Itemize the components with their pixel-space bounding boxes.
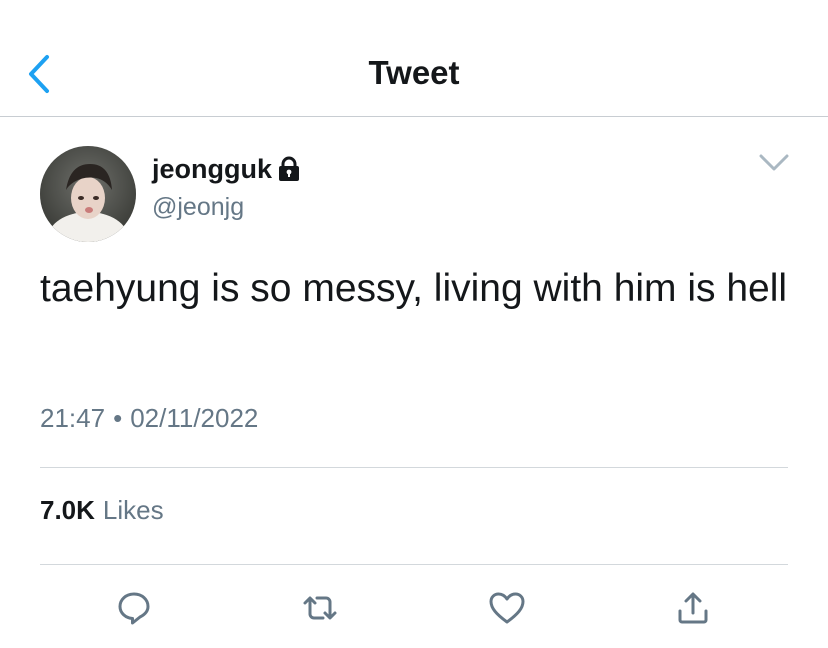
more-options-button[interactable] — [754, 147, 794, 179]
author-display-name[interactable]: jeongguk — [152, 152, 272, 186]
author-handle[interactable]: @jeonjg — [152, 191, 244, 223]
avatar[interactable] — [40, 146, 136, 242]
tweet-timestamp: 21:47 • 02/11/2022 — [40, 401, 258, 435]
tweet-detail-screen: Tweet jeongguk @jeonjg taehyung is so me… — [0, 0, 828, 648]
reply-icon — [118, 592, 150, 625]
avatar-image — [40, 146, 136, 242]
like-button[interactable] — [487, 588, 527, 628]
tweet-date: 02/11/2022 — [130, 403, 259, 433]
likes-stat[interactable]: 7.0K Likes — [40, 493, 164, 527]
lock-icon — [277, 156, 301, 182]
heart-icon — [489, 592, 525, 624]
divider — [40, 467, 788, 468]
divider — [40, 564, 788, 565]
retweet-button[interactable] — [300, 588, 340, 628]
chevron-down-icon — [759, 154, 789, 171]
likes-label: Likes — [102, 495, 164, 525]
author-name-row: jeongguk — [152, 151, 301, 187]
page-title: Tweet — [368, 54, 460, 91]
share-button[interactable] — [673, 588, 713, 628]
tweet-time: 21:47 — [40, 403, 106, 433]
top-bar: Tweet — [0, 0, 828, 117]
tweet-text: taehyung is so messy, living with him is… — [40, 267, 788, 310]
share-icon — [678, 592, 708, 624]
reply-button[interactable] — [114, 588, 154, 628]
meta-separator: • — [113, 403, 123, 433]
retweet-icon — [303, 596, 337, 620]
likes-count: 7.0K — [40, 495, 95, 525]
